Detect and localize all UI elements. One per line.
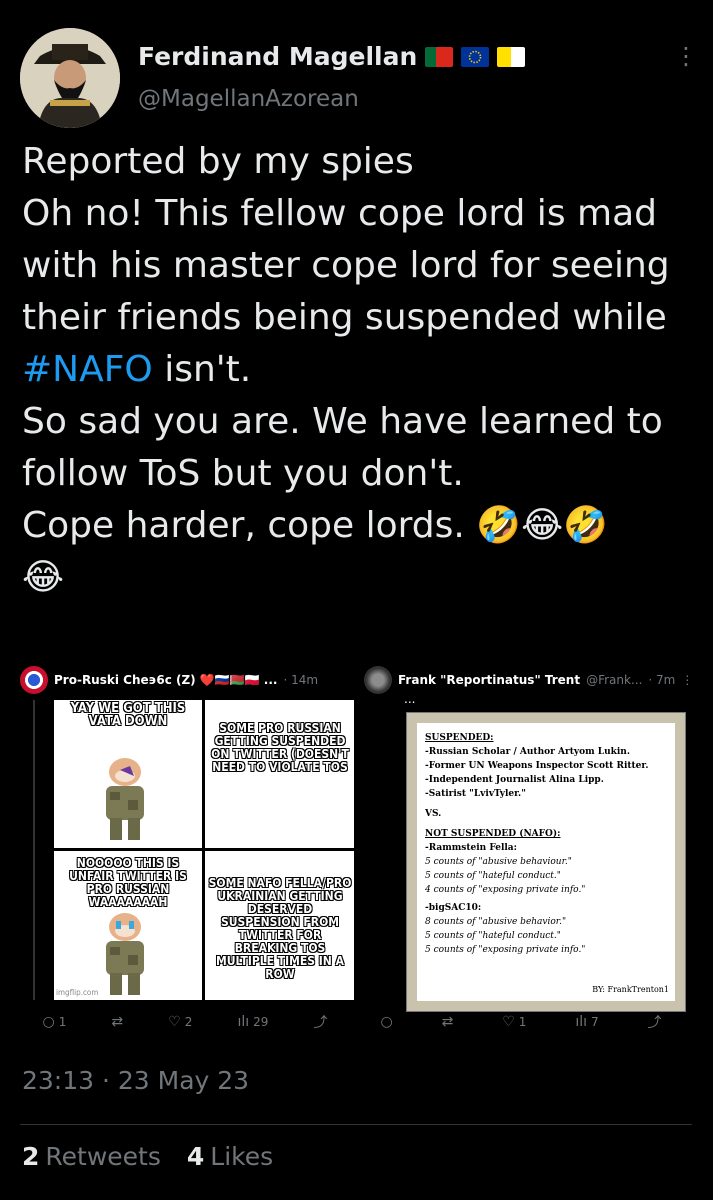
author-name[interactable]: Ferdinand Magellan [138, 42, 417, 71]
quoted-author-name: Frank "Reportinatus" Trent [398, 673, 581, 687]
quoted-author-name: Pro-Ruski Che϶6c (Z) ❤️🇷🇺🇧🇾🇵🇱 ... [54, 673, 278, 687]
meme-image: YAY WE GOT THIS VATA DOWN SOME PRO RUSSI… [54, 700, 354, 1000]
meme-watermark: imgflip.com [56, 988, 99, 997]
retweet-icon: ⇄ [441, 1014, 454, 1030]
likes-stat[interactable]: 4 Likes [187, 1142, 273, 1171]
crying-hamster-soldier-icon [106, 913, 144, 995]
retweets-count: 2 [22, 1142, 40, 1171]
doc-line: -Satirist "LvivTyler." [425, 789, 526, 799]
doc-line: 5 counts of "hateful conduct." [425, 871, 561, 881]
more-options-icon[interactable]: ⋮ [681, 673, 693, 687]
quoted-actions: ○ 1 ⇄ ♡ 2 ılı 29 ⤴ [20, 1010, 350, 1034]
more-options-icon[interactable]: ⋮ [674, 42, 700, 70]
media-right-card: Frank "Reportinatus" Trent @Frank... · 7… [356, 660, 694, 1050]
tweet-text-part: Reported by my spies Oh no! This fellow … [22, 141, 670, 338]
views-button[interactable]: ılı 29 [237, 1014, 268, 1030]
doc-line: 4 counts of "exposing private info." [425, 885, 586, 895]
doc-line: 5 counts of "abusive behaviour." [425, 857, 572, 867]
doc-line: -Former UN Weapons Inspector Scott Ritte… [425, 761, 649, 771]
eu-flag-icon [461, 46, 490, 67]
like-button[interactable]: ♡ 2 [168, 1014, 192, 1030]
likes-label: Likes [210, 1142, 274, 1171]
retweet-button[interactable]: ⇄ [111, 1014, 123, 1030]
retweets-stat[interactable]: 2 Retweets [22, 1142, 161, 1171]
doc-line: -Rammstein Fella: [425, 843, 517, 853]
reply-button[interactable]: ○ [380, 1014, 392, 1030]
heart-icon: ♡ [502, 1014, 515, 1030]
avatar[interactable] [20, 28, 120, 128]
thread-line [33, 700, 35, 1000]
views-button[interactable]: ılı 7 [575, 1014, 598, 1030]
divider [20, 1124, 692, 1125]
view-count: 7 [591, 1015, 599, 1029]
likes-count: 4 [186, 1142, 205, 1171]
doc-line: -Independent Journalist Alina Lipp. [425, 775, 604, 785]
meme-text: SOME PRO RUSSIAN GETTING SUSPENDED ON TW… [211, 721, 349, 774]
quoted-time: · 14m [283, 673, 319, 687]
share-icon: ⤴ [313, 1015, 328, 1031]
share-button[interactable]: ⤴ [648, 1012, 662, 1032]
tweet-text: Reported by my spies Oh no! This fellow … [22, 136, 692, 604]
doc-line: 5 counts of "exposing private info." [425, 945, 586, 955]
views-icon: ılı [237, 1014, 250, 1030]
doc-line: -Russian Scholar / Author Artyom Lukin. [425, 747, 630, 757]
quoted-handle: @Frank... [586, 673, 643, 687]
quoted-avatar [20, 666, 48, 694]
meme-cell-top-left: YAY WE GOT THIS VATA DOWN [54, 700, 202, 848]
doc-line: 8 counts of "abusive behavior." [425, 917, 567, 927]
quoted-actions: ○ ⇄ ♡ 1 ılı 7 ⤴ [356, 1010, 686, 1034]
doc-heading: SUSPENDED: [425, 733, 494, 743]
meme-cell-bottom-left: NOOOOO THIS IS UNFAIR TWITTER IS PRO RUS… [54, 851, 202, 999]
like-count: 2 [184, 1015, 193, 1029]
hashtag-link[interactable]: #NAFO [22, 349, 153, 390]
doc-heading: NOT SUSPENDED (NAFO): [425, 829, 561, 839]
view-count: 29 [253, 1015, 269, 1029]
document-image: SUSPENDED: -Russian Scholar / Author Art… [406, 712, 686, 1012]
views-icon: ılı [575, 1014, 587, 1030]
doc-line: 5 counts of "hateful conduct." [425, 931, 561, 941]
doc-vs: VS. [425, 809, 442, 819]
meme-text: SOME NAFO FELLA/PRO UKRAINIAN GETTING DE… [208, 876, 352, 981]
meme-text: NOOOOO THIS IS UNFAIR TWITTER IS PRO RUS… [69, 856, 187, 909]
tweet-stats: 2 Retweets 4 Likes [22, 1142, 273, 1171]
meme-cell-top-right: SOME PRO RUSSIAN GETTING SUSPENDED ON TW… [205, 700, 353, 848]
retweet-button[interactable]: ⇄ [442, 1014, 454, 1030]
heart-icon: ♡ [168, 1014, 181, 1030]
author-name-row: Ferdinand Magellan [138, 42, 526, 71]
doc-line: -bigSAC10: [425, 903, 482, 913]
media-left-card: Pro-Ruski Che϶6c (Z) ❤️🇷🇺🇧🇾🇵🇱 ... · 14m … [20, 660, 356, 1050]
reply-icon: ○ [42, 1014, 55, 1030]
like-count: 1 [518, 1015, 527, 1029]
quoted-ellipsis: ... [404, 692, 416, 706]
portugal-flag-icon [425, 46, 454, 67]
quoted-time: · 7m [648, 673, 676, 687]
share-button[interactable]: ⤴ [313, 1012, 327, 1032]
reply-button[interactable]: ○ 1 [43, 1014, 67, 1030]
quoted-tweet-header: Pro-Ruski Che϶6c (Z) ❤️🇷🇺🇧🇾🇵🇱 ... · 14m [20, 666, 350, 694]
meme-divider [202, 700, 205, 1000]
meme-cell-bottom-right: SOME NAFO FELLA/PRO UKRAINIAN GETTING DE… [205, 851, 353, 999]
meme-text: YAY WE GOT THIS VATA DOWN [70, 701, 186, 729]
reply-icon: ○ [380, 1014, 393, 1030]
author-handle[interactable]: @MagellanAzorean [138, 86, 359, 112]
quoted-tweet-header: Frank "Reportinatus" Trent @Frank... · 7… [364, 666, 694, 694]
tweet-timestamp[interactable]: 23:13 · 23 May 23 [22, 1066, 249, 1095]
quoted-avatar [364, 666, 392, 694]
avatar-portrait-icon [20, 28, 120, 128]
retweets-label: Retweets [45, 1142, 161, 1171]
reply-count: 1 [58, 1015, 67, 1029]
tweet-header: Ferdinand Magellan @MagellanAzorean ⋮ [20, 28, 700, 128]
hamster-soldier-icon [106, 758, 144, 840]
tweet-media[interactable]: Pro-Ruski Che϶6c (Z) ❤️🇷🇺🇧🇾🇵🇱 ... · 14m … [20, 660, 694, 1050]
share-icon: ⤴ [647, 1015, 662, 1031]
document-body: SUSPENDED: -Russian Scholar / Author Art… [417, 723, 675, 1001]
like-button[interactable]: ♡ 1 [502, 1014, 526, 1030]
retweet-icon: ⇄ [111, 1014, 124, 1030]
doc-signature: BY: FrankTrenton1 [592, 985, 669, 994]
vatican-flag-icon [497, 46, 526, 67]
